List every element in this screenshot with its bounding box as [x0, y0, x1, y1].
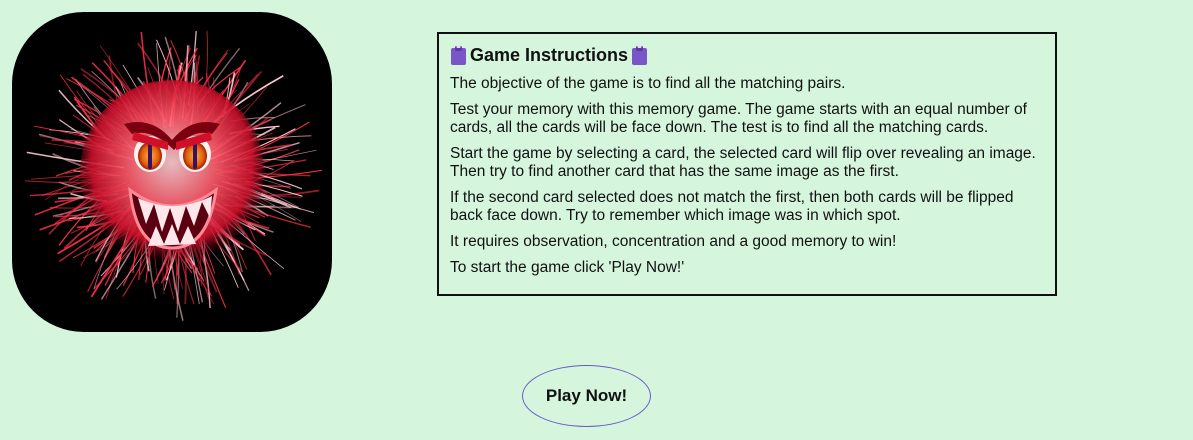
instruction-objective: The objective of the game is to find all…	[450, 75, 846, 92]
instruction-requirements: It requires observation, concentration a…	[450, 233, 897, 250]
furry-red-monster-icon	[24, 30, 322, 321]
game-instructions-panel: Game Instructions The objective of the g…	[437, 32, 1057, 296]
instruction-mismatch: If the second card selected does not mat…	[450, 189, 1014, 224]
instruction-memory-test: Test your memory with this memory game. …	[450, 101, 1027, 136]
instruction-start: Start the game by selecting a card, the …	[450, 145, 1036, 180]
clipboard-icon	[451, 45, 466, 65]
instructions-title: Game Instructions	[470, 45, 629, 65]
clipboard-icon	[632, 45, 648, 65]
monster-image	[12, 12, 332, 332]
game-landing: Game Instructions The objective of the g…	[0, 0, 1193, 440]
instructions-heading: Game Instructions	[450, 43, 1044, 67]
play-now-button[interactable]: Play Now!	[522, 365, 651, 427]
instruction-play-now: To start the game click 'Play Now!'	[450, 259, 685, 276]
